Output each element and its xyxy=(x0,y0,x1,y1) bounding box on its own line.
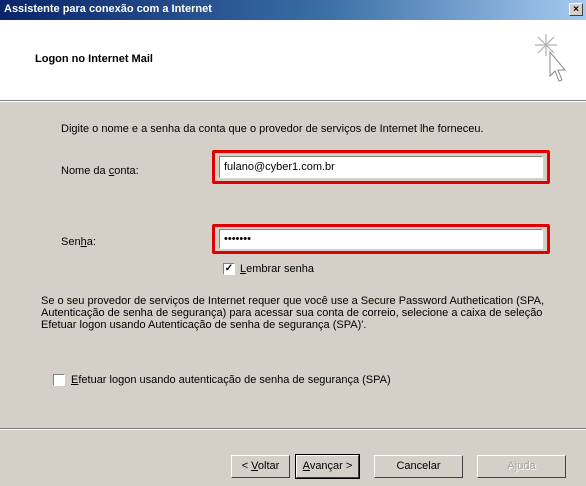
header-divider xyxy=(0,101,586,102)
page-title: Logon no Internet Mail xyxy=(35,53,153,65)
spa-checkbox[interactable] xyxy=(53,374,65,386)
wizard-window: Assistente para conexão com a Internet ×… xyxy=(0,0,586,486)
password-input[interactable] xyxy=(219,229,543,249)
footer-divider-light xyxy=(0,429,586,430)
title-bar[interactable]: Assistente para conexão com a Internet × xyxy=(0,0,586,20)
cancel-button[interactable]: Cancelar xyxy=(374,455,463,478)
spa-checkbox-label: Efetuar logon usando autenticação de sen… xyxy=(71,374,391,386)
wizard-header: Logon no Internet Mail xyxy=(0,20,586,101)
checkmark-icon: ✓ xyxy=(224,263,234,274)
next-button[interactable]: Avançar > xyxy=(295,454,360,479)
close-button[interactable]: × xyxy=(569,3,583,16)
back-button[interactable]: < Voltar xyxy=(231,455,290,478)
account-name-label: Nome da conta: xyxy=(61,165,139,177)
spa-info-text: Se o seu provedor de serviços de Interne… xyxy=(41,295,545,331)
password-label: Senha: xyxy=(61,236,96,248)
remember-password-label: Lembrar senha xyxy=(240,263,314,275)
account-name-input[interactable] xyxy=(219,156,543,178)
window-title: Assistente para conexão com a Internet xyxy=(4,3,212,15)
help-button[interactable]: Ajuda xyxy=(477,455,566,478)
intro-text: Digite o nome e a senha da conta que o p… xyxy=(61,123,484,135)
close-icon: × xyxy=(573,4,579,15)
sparkle-cursor-icon xyxy=(535,34,567,82)
remember-password-checkbox[interactable]: ✓ xyxy=(223,263,235,275)
